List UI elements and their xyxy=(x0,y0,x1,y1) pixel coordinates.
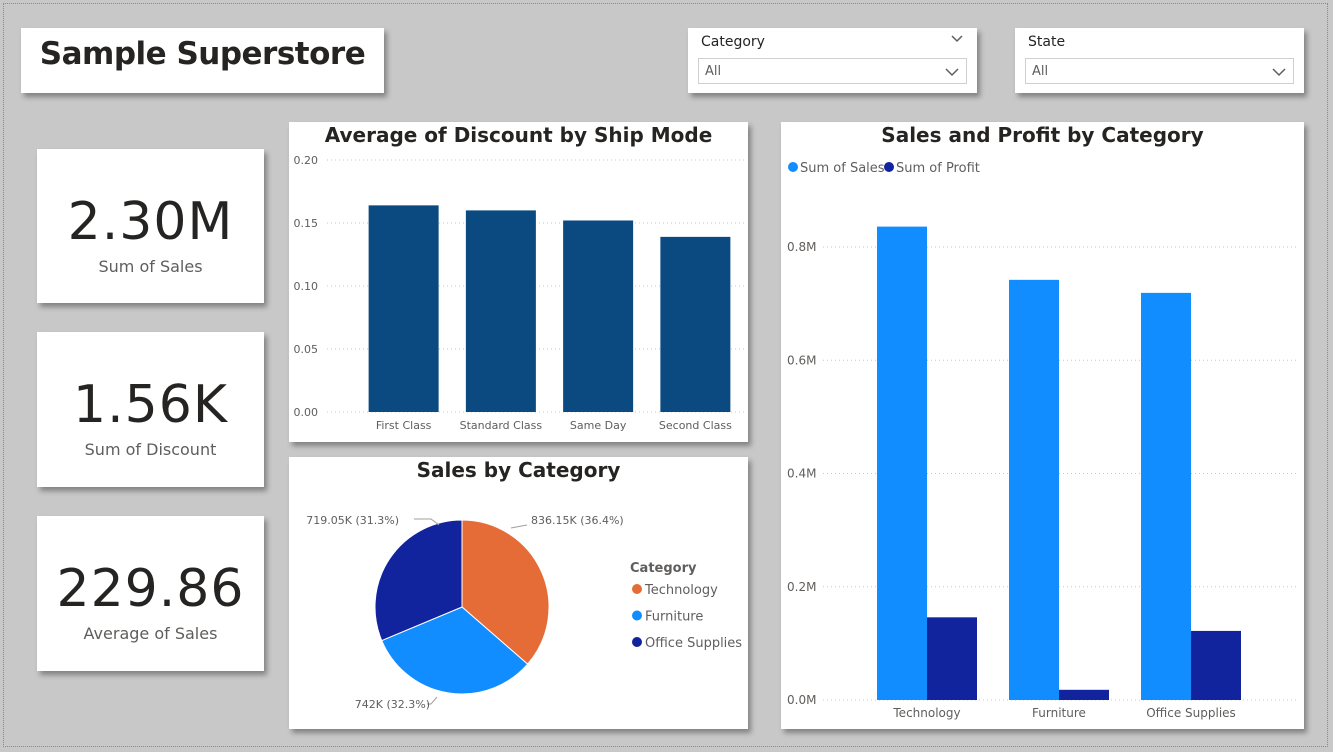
y-tick-label: 0.2M xyxy=(787,580,816,594)
leader-line xyxy=(510,524,528,529)
legend-marker xyxy=(632,610,642,621)
bar xyxy=(877,226,927,700)
sales-profit-bar-chart-svg: Sum of Sales Sum of Profit 0.0M 0.2M 0.4M 0.6… xyxy=(787,161,1296,720)
x-tick-label: Furniture xyxy=(1032,706,1086,720)
kpi-card-average-of-sales[interactable]: 229.86 Average of Sales xyxy=(37,516,264,671)
y-tick-label: 0.6M xyxy=(787,353,816,367)
bar xyxy=(563,220,634,412)
y-tick-label: 0.8M xyxy=(787,240,816,254)
y-tick-label: 0.05 xyxy=(294,343,319,356)
y-tick-label: 0.4M xyxy=(787,467,816,481)
discount-by-shipmode-chart[interactable]: Average of Discount by Ship Mode 0.00 0.0… xyxy=(289,122,748,442)
legend-marker xyxy=(632,637,642,647)
bar xyxy=(927,617,977,700)
data-label: 719.05K (31.3%) xyxy=(306,514,399,527)
legend-title: Category xyxy=(630,561,697,576)
chevron-down-icon[interactable] xyxy=(944,65,960,79)
legend-label: Furniture xyxy=(645,610,703,625)
legend-label: Sum of Sales xyxy=(800,161,885,176)
kpi-value: 229.86 xyxy=(56,559,245,619)
x-tick-label: Office Supplies xyxy=(1146,706,1236,720)
category-slicer-label: Category xyxy=(701,34,765,50)
kpi-caption: Sum of Discount xyxy=(84,440,217,459)
report-title: Sample Superstore xyxy=(39,36,366,72)
chevron-down-icon[interactable] xyxy=(950,32,964,46)
bar xyxy=(1191,630,1241,700)
category-slicer[interactable]: Category All xyxy=(688,28,977,93)
y-tick-label: 0.20 xyxy=(294,154,319,167)
legend-marker xyxy=(632,584,642,594)
state-dropdown[interactable]: All xyxy=(1025,58,1294,84)
legend-label: Sum of Profit xyxy=(896,161,980,176)
kpi-card-sum-of-sales[interactable]: 2.30M Sum of Sales xyxy=(37,149,264,303)
y-tick-label: 0.10 xyxy=(294,280,319,293)
x-tick-label: Standard Class xyxy=(460,419,543,432)
bar xyxy=(368,205,439,412)
y-tick-label: 0.15 xyxy=(294,217,319,230)
bar xyxy=(1059,689,1109,700)
data-label: 836.15K (36.4%) xyxy=(531,514,624,527)
x-tick-label: Second Class xyxy=(659,419,732,432)
sales-profit-by-category-chart[interactable]: Sales and Profit by Category Sum of Sale… xyxy=(781,122,1304,729)
x-tick-label: First Class xyxy=(376,419,432,432)
y-tick-label: 0.00 xyxy=(294,406,319,419)
bar xyxy=(465,210,536,412)
data-label: 742K (32.3%) xyxy=(355,698,430,711)
kpi-caption: Average of Sales xyxy=(83,624,218,643)
state-slicer-label: State xyxy=(1028,34,1066,50)
legend-label: Office Supplies xyxy=(645,636,742,651)
discount-bar-chart-svg: 0.00 0.05 0.10 0.15 0.20 First Class Standard … xyxy=(294,154,744,432)
kpi-card-sum-of-discount[interactable]: 1.56K Sum of Discount xyxy=(37,332,264,487)
chevron-down-icon[interactable] xyxy=(1271,65,1287,79)
kpi-value: 1.56K xyxy=(73,375,228,435)
kpi-caption: Sum of Sales xyxy=(98,257,203,276)
legend-marker xyxy=(788,162,798,172)
bar xyxy=(1141,292,1191,700)
x-tick-label: Same Day xyxy=(570,419,627,432)
category-dropdown-value: All xyxy=(705,64,722,79)
category-dropdown[interactable]: All xyxy=(698,58,967,84)
sales-by-category-pie-chart[interactable]: Sales by Category 836.15K (36.4%) 742K (3… xyxy=(289,457,748,729)
bar xyxy=(660,236,731,412)
state-slicer[interactable]: State All xyxy=(1015,28,1304,93)
x-tick-label: Technology xyxy=(892,706,960,720)
bar xyxy=(1009,279,1059,700)
legend-marker xyxy=(884,162,894,172)
legend-label: Technology xyxy=(644,583,718,598)
report-title-card: Sample Superstore xyxy=(21,28,384,93)
sales-pie-svg: 836.15K (36.4%) 742K (32.3%) 719.05K (31.3… xyxy=(306,514,742,711)
state-dropdown-value: All xyxy=(1032,64,1049,79)
kpi-value: 2.30M xyxy=(67,192,234,252)
y-tick-label: 0.0M xyxy=(787,693,816,707)
